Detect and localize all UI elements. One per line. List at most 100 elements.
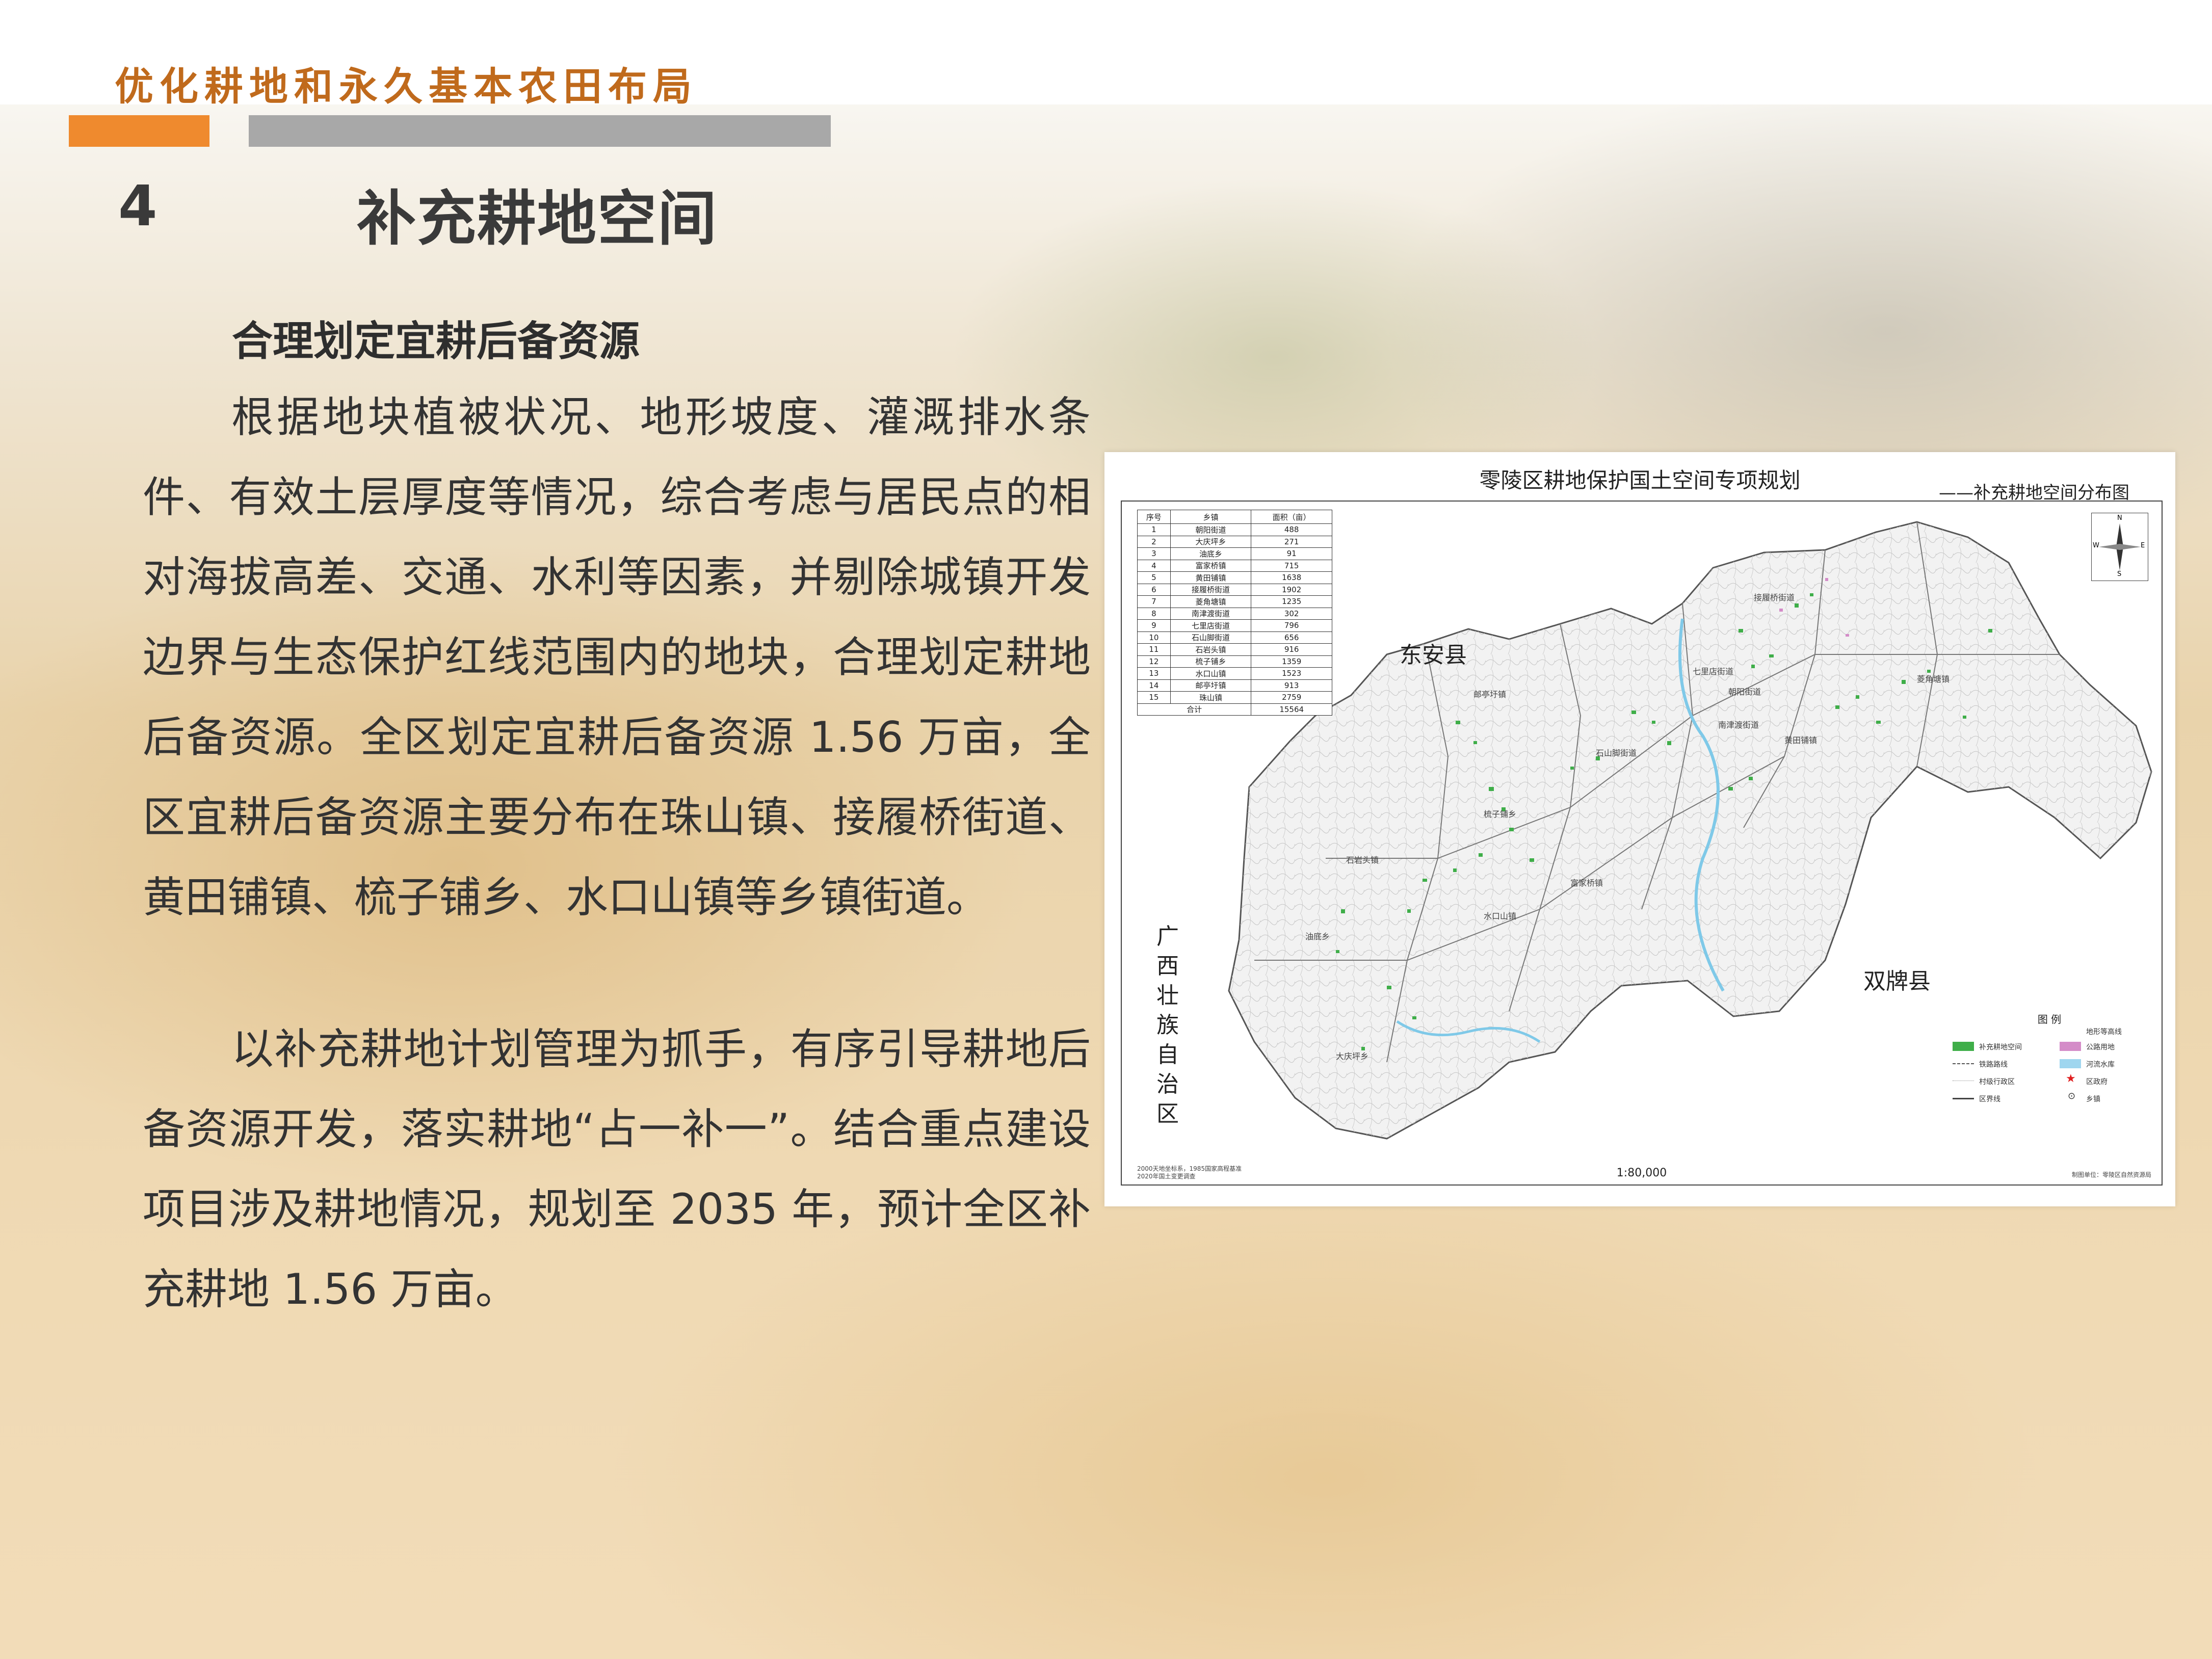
table-cell: 合计 — [1137, 703, 1252, 716]
section-title: 补充耕地空间 — [357, 185, 718, 253]
place-label: 朝阳街道 — [1728, 687, 1761, 697]
table-header-cell: 序号 — [1137, 510, 1171, 524]
table-cell: 油底乡 — [1170, 547, 1252, 560]
legend-label: 地形等高线 — [2086, 1028, 2122, 1036]
place-label: 黄田铺镇 — [1784, 735, 1818, 745]
table-row: 9 七里店街道 796 — [1137, 619, 1332, 632]
region-label-shuangpai: 双牌县 — [1863, 968, 1931, 994]
table-header-cell: 乡镇 — [1170, 510, 1252, 524]
table-cell: 水口山镇 — [1170, 667, 1252, 680]
map-frame: 序号 乡镇 面积（亩） 1 朝阳街道 488 2 大庆坪乡 271 3 油底乡 91 4 富家… — [1121, 501, 2163, 1186]
table-cell: 14 — [1137, 679, 1171, 692]
table-row: 14 邮亭圩镇 913 — [1137, 679, 1332, 692]
table-cell: 9 — [1137, 619, 1171, 632]
table-cell: 5 — [1137, 571, 1171, 584]
region-label-guangxi: 广西壮族自治区 — [1156, 924, 1179, 1127]
legend-label: 河流水库 — [2086, 1061, 2115, 1069]
table-cell: 302 — [1251, 607, 1332, 620]
table-row: 8 南津渡街道 302 — [1137, 607, 1332, 620]
place-label: 石山脚街道 — [1596, 748, 1637, 758]
table-total-row: 合计 15564 — [1137, 703, 1332, 716]
table-cell: 271 — [1251, 535, 1332, 548]
place-label: 油底乡 — [1305, 932, 1330, 941]
header-accent-bar — [69, 115, 209, 147]
legend-title: 图 例 — [2037, 1013, 2062, 1025]
table-cell: 接履桥街道 — [1170, 583, 1252, 596]
table-cell: 石岩头镇 — [1170, 643, 1252, 656]
table-row: 2 大庆坪乡 271 — [1137, 535, 1332, 548]
table-cell: 656 — [1251, 631, 1332, 644]
map-footnote-right: 制图单位：零陵区自然资源局 — [2071, 1171, 2151, 1178]
north-arrow: N S E W — [2091, 513, 2148, 581]
table-cell: 1638 — [1251, 571, 1332, 584]
legend-label: 补充耕地空间 — [1979, 1043, 2022, 1051]
table-cell: 珠山镇 — [1170, 691, 1252, 704]
header-gray-bar — [249, 115, 831, 147]
table-cell: 邮亭圩镇 — [1170, 679, 1252, 692]
chapter-header: 优化耕地和永久基本农田布局 — [115, 64, 698, 109]
map-figure: 零陵区耕地保护国土空间专项规划 ——补充耕地空间分布图 序号 乡镇 面积（亩） … — [1104, 452, 2175, 1206]
legend-label: 区政府 — [2086, 1078, 2108, 1086]
table-cell: 10 — [1137, 631, 1171, 644]
table-cell: 1902 — [1251, 583, 1332, 596]
place-label: 南津渡街道 — [1718, 720, 1759, 730]
place-label: 石岩头镇 — [1346, 855, 1379, 865]
compass-s: S — [2117, 570, 2122, 578]
map-scale: 1:80,000 — [1616, 1167, 1667, 1179]
table-cell: 石山脚街道 — [1170, 631, 1252, 644]
table-cell: 916 — [1251, 643, 1332, 656]
table-cell: 13 — [1137, 667, 1171, 680]
compass-w: W — [2093, 542, 2099, 549]
table-cell: 2759 — [1251, 691, 1332, 704]
legend-label: 铁路路线 — [1979, 1061, 2008, 1069]
legend-label: 公路用地 — [2086, 1043, 2115, 1051]
table-cell: 715 — [1251, 559, 1332, 572]
table-row: 7 菱角塘镇 1235 — [1137, 595, 1332, 608]
table-row: 15 珠山镇 2759 — [1137, 691, 1332, 704]
table-cell: 15 — [1137, 691, 1171, 704]
table-row: 5 黄田铺镇 1638 — [1137, 571, 1332, 584]
place-label: 接履桥街道 — [1754, 593, 1795, 602]
table-cell: 朝阳街道 — [1170, 523, 1252, 536]
table-cell: 七里店街道 — [1170, 619, 1252, 632]
table-row: 11 石岩头镇 916 — [1137, 643, 1332, 656]
table-row: 4 富家桥镇 715 — [1137, 559, 1332, 572]
table-cell: 南津渡街道 — [1170, 607, 1252, 620]
table-cell: 梳子铺乡 — [1170, 655, 1252, 668]
table-cell: 12 — [1137, 655, 1171, 668]
legend-water-swatch — [2060, 1059, 2081, 1068]
table-row: 6 接履桥街道 1902 — [1137, 583, 1332, 596]
table-cell: 11 — [1137, 643, 1171, 656]
legend-label: 村级行政区 — [1979, 1078, 2015, 1086]
table-cell: 1359 — [1251, 655, 1332, 668]
place-label: 七里店街道 — [1693, 667, 1734, 676]
table-cell: 913 — [1251, 679, 1332, 692]
region-label-dongan: 东安县 — [1400, 642, 1467, 668]
table-cell: 7 — [1137, 595, 1171, 608]
legend-label: 乡镇 — [2086, 1095, 2100, 1103]
table-row: 13 水口山镇 1523 — [1137, 667, 1332, 680]
table-row: 3 油底乡 91 — [1137, 547, 1332, 560]
table-cell: 2 — [1137, 535, 1171, 548]
legend-railway-line — [1953, 1063, 1974, 1064]
legend-farmland-swatch — [1953, 1042, 1974, 1051]
table-cell: 796 — [1251, 619, 1332, 632]
place-label: 邮亭圩镇 — [1473, 690, 1507, 699]
map-legend: 图 例 补充耕地空间 铁路路线 村级行政区 区界线 地形等高线 公路用地 河流水… — [1953, 1011, 2146, 1134]
table-cell: 菱角塘镇 — [1170, 595, 1252, 608]
table-cell: 黄田铺镇 — [1170, 571, 1252, 584]
table-cell: 富家桥镇 — [1170, 559, 1252, 572]
legend-district-line — [1953, 1098, 1974, 1099]
paragraph-2: 以补充耕地计划管理为抓手，有序引导耕地后备资源开发，落实耕地“占一补一”。结合重… — [143, 1024, 1091, 1314]
table-cell: 91 — [1251, 547, 1332, 560]
area-table: 序号 乡镇 面积（亩） 1 朝阳街道 488 2 大庆坪乡 271 3 油底乡 91 4 富家… — [1137, 510, 1332, 716]
place-label: 水口山镇 — [1484, 911, 1517, 921]
paragraph-1: 根据地块植被状况、地形坡度、灌溉排水条件、有效土层厚度等情况，综合考虑与居民点的… — [143, 392, 1091, 922]
table-cell: 15564 — [1251, 703, 1332, 716]
subsection-title: 合理划定宜耕后备资源 — [232, 318, 640, 365]
place-label: 梳子铺乡 — [1484, 809, 1517, 819]
section-number: 4 — [118, 173, 157, 239]
compass-n: N — [2117, 514, 2122, 522]
town-dot-icon: ⊙ — [2068, 1091, 2076, 1101]
table-cell: 3 — [1137, 547, 1171, 560]
